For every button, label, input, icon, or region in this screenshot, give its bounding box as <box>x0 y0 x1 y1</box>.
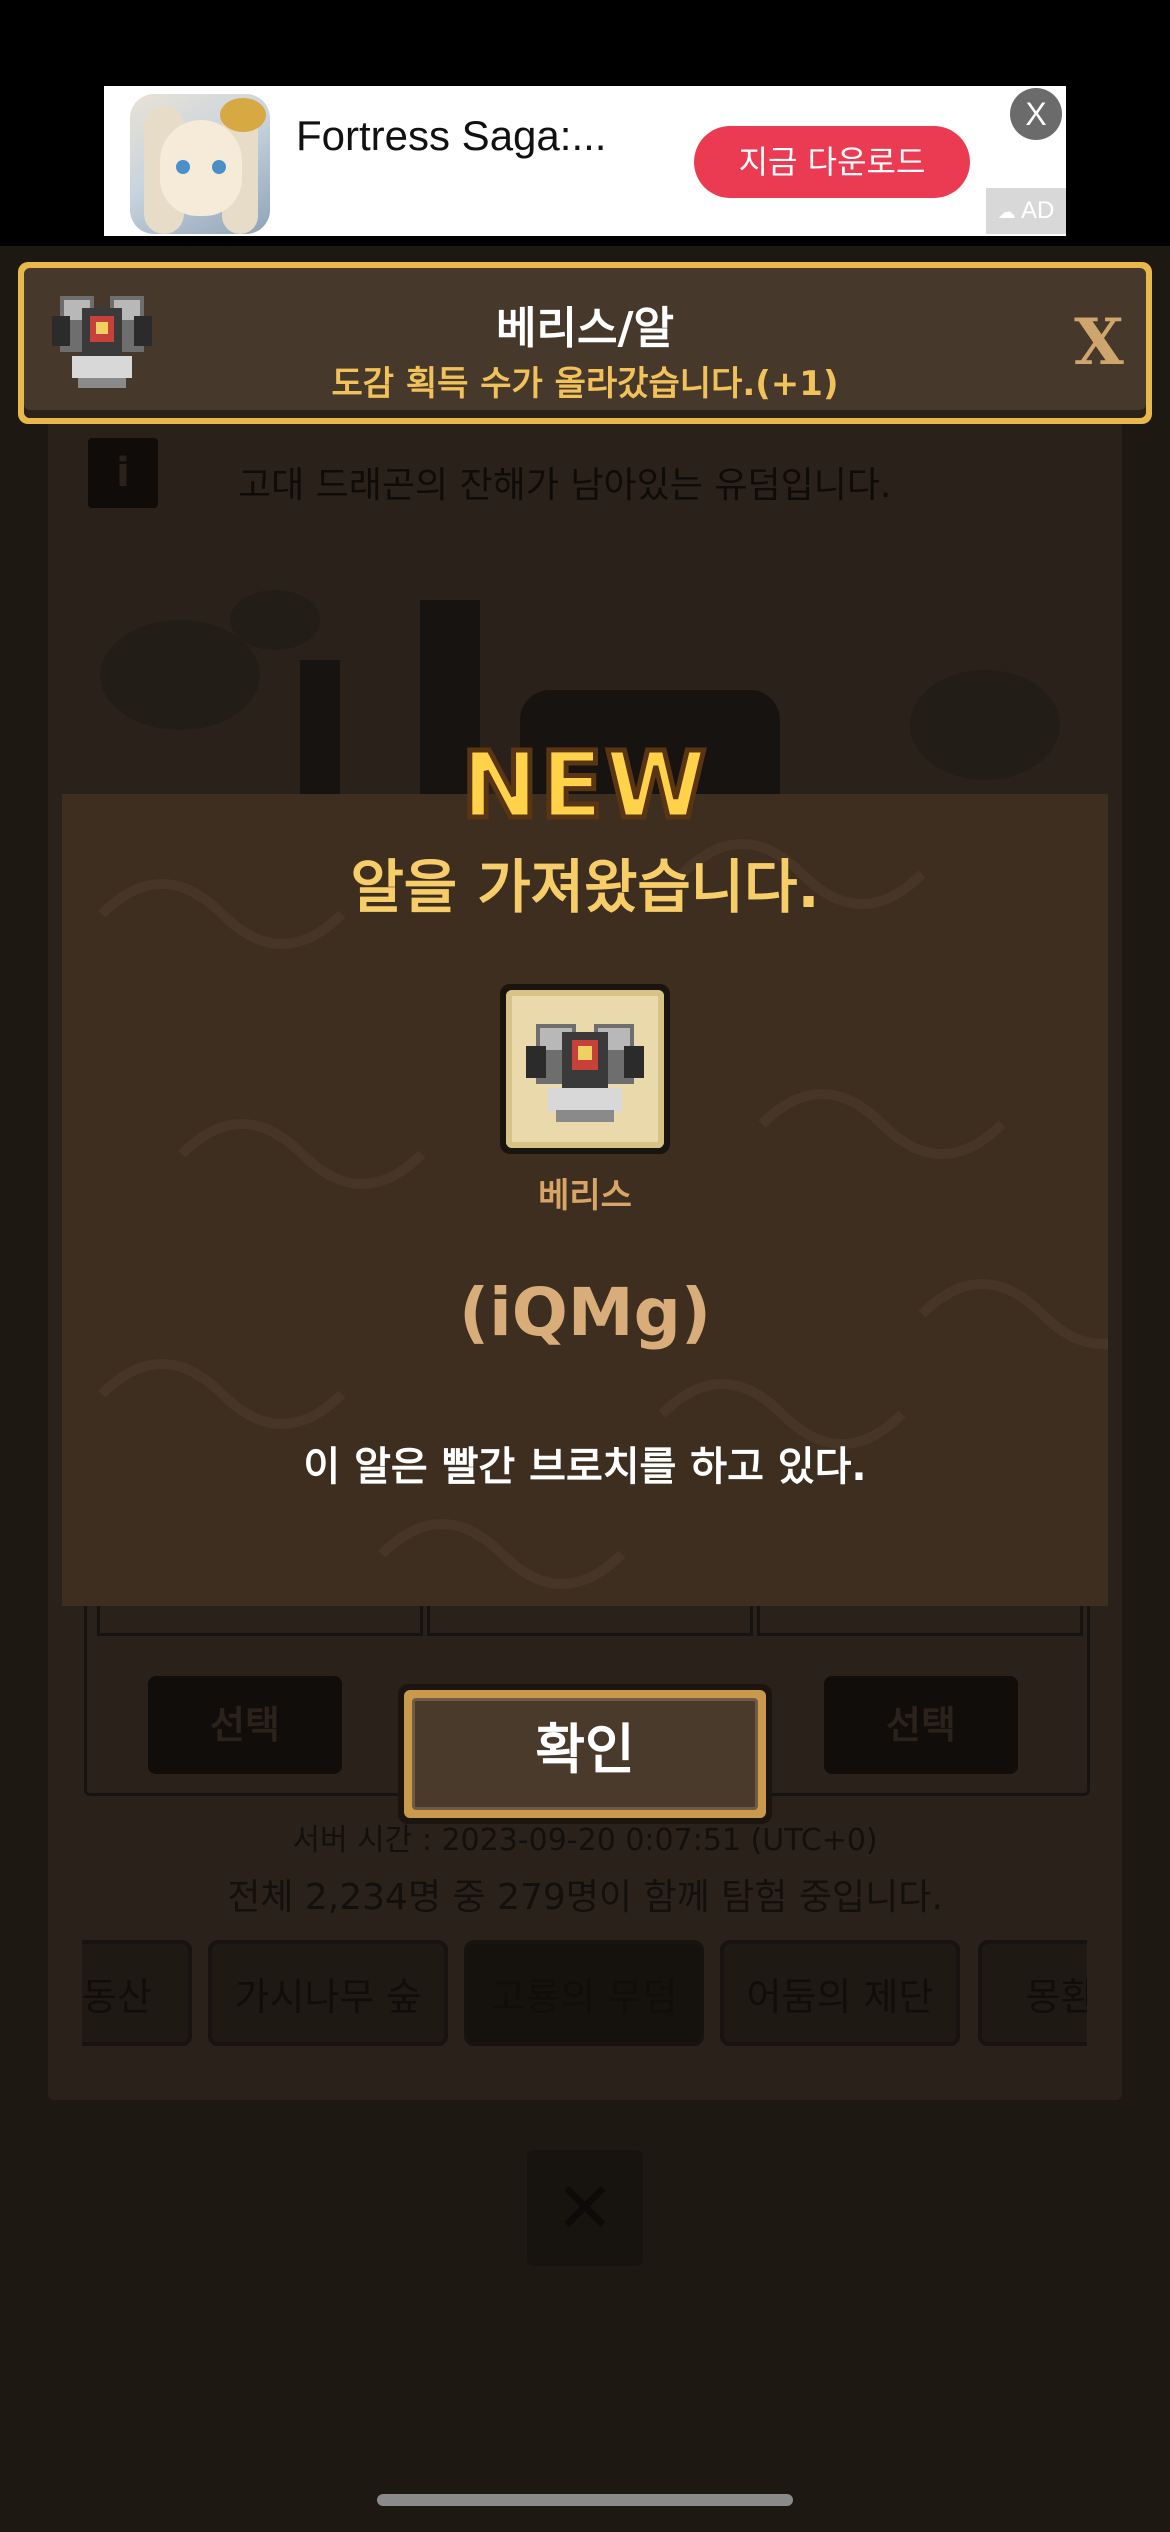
tab-dungeon-5[interactable]: 몽환의 <box>978 1940 1087 2046</box>
ad-banner[interactable]: Fortress Saga:... 지금 다운로드 X ☁ AD <box>104 86 1066 236</box>
info-icon[interactable]: i <box>88 438 158 508</box>
notification-close-button[interactable]: X <box>1064 308 1134 378</box>
item-name: 베리스 <box>538 1176 632 1216</box>
egg-acquired-modal: 알을 가져왔습니다. 베리스 (iQMg) 이 알은 빨간 브로치를 하고 있다… <box>62 794 1108 1606</box>
dungeon-description: 고대 드래곤의 잔해가 남아있는 유덤입니다. <box>238 465 892 506</box>
select-button-right[interactable]: 선택 <box>824 1676 1018 1774</box>
ad-close-button[interactable]: X <box>1010 88 1062 140</box>
dungeon-tabs: 동산 가시나무 숲 고룡의 무덤 어둠의 제단 몽환의 <box>82 1940 1087 2050</box>
item-card <box>500 984 670 1154</box>
ad-choices-icon: ☁ <box>997 202 1016 222</box>
notification-subtitle: 도감 획득 수가 올라갔습니다.(+1) <box>331 364 839 404</box>
confirm-button[interactable]: 확인 <box>398 1684 772 1824</box>
app-icon[interactable] <box>130 94 270 234</box>
ad-badge-label: AD <box>1021 197 1055 224</box>
ad-badge: ☁ AD <box>986 188 1066 234</box>
notification-title: 베리스/알 <box>496 303 674 354</box>
tab-dungeon-1[interactable]: 동산 <box>82 1940 192 2046</box>
close-icon[interactable]: ✕ <box>527 2150 643 2266</box>
new-badge: NEW <box>459 730 709 842</box>
ad-download-button[interactable]: 지금 다운로드 <box>694 126 970 198</box>
item-description: 이 알은 빨간 브로치를 하고 있다. <box>303 1444 867 1490</box>
modal-title: 알을 가져왔습니다. <box>350 853 820 921</box>
item-code: (iQMg) <box>459 1274 711 1351</box>
dungeon-info-row: i 고대 드래곤의 잔해가 남아있는 유덤입니다. <box>88 438 1088 508</box>
tab-dungeon-3[interactable]: 고룡의 무덤 <box>464 1940 704 2046</box>
ad-title[interactable]: Fortress Saga:... <box>296 112 656 160</box>
home-indicator[interactable] <box>377 2494 793 2506</box>
confirm-label: 확인 <box>412 1698 758 1810</box>
select-button-left[interactable]: 선택 <box>148 1676 342 1774</box>
tab-dungeon-4[interactable]: 어둠의 제단 <box>720 1940 960 2046</box>
brooch-egg-icon <box>526 1024 644 1122</box>
collection-notification: 베리스/알 도감 획득 수가 올라갔습니다.(+1) X <box>18 262 1152 424</box>
tab-dungeon-2[interactable]: 가시나무 숲 <box>208 1940 448 2046</box>
user-count: 전체 2,234명 중 279명이 함께 탐험 중입니다. <box>227 1877 943 1918</box>
